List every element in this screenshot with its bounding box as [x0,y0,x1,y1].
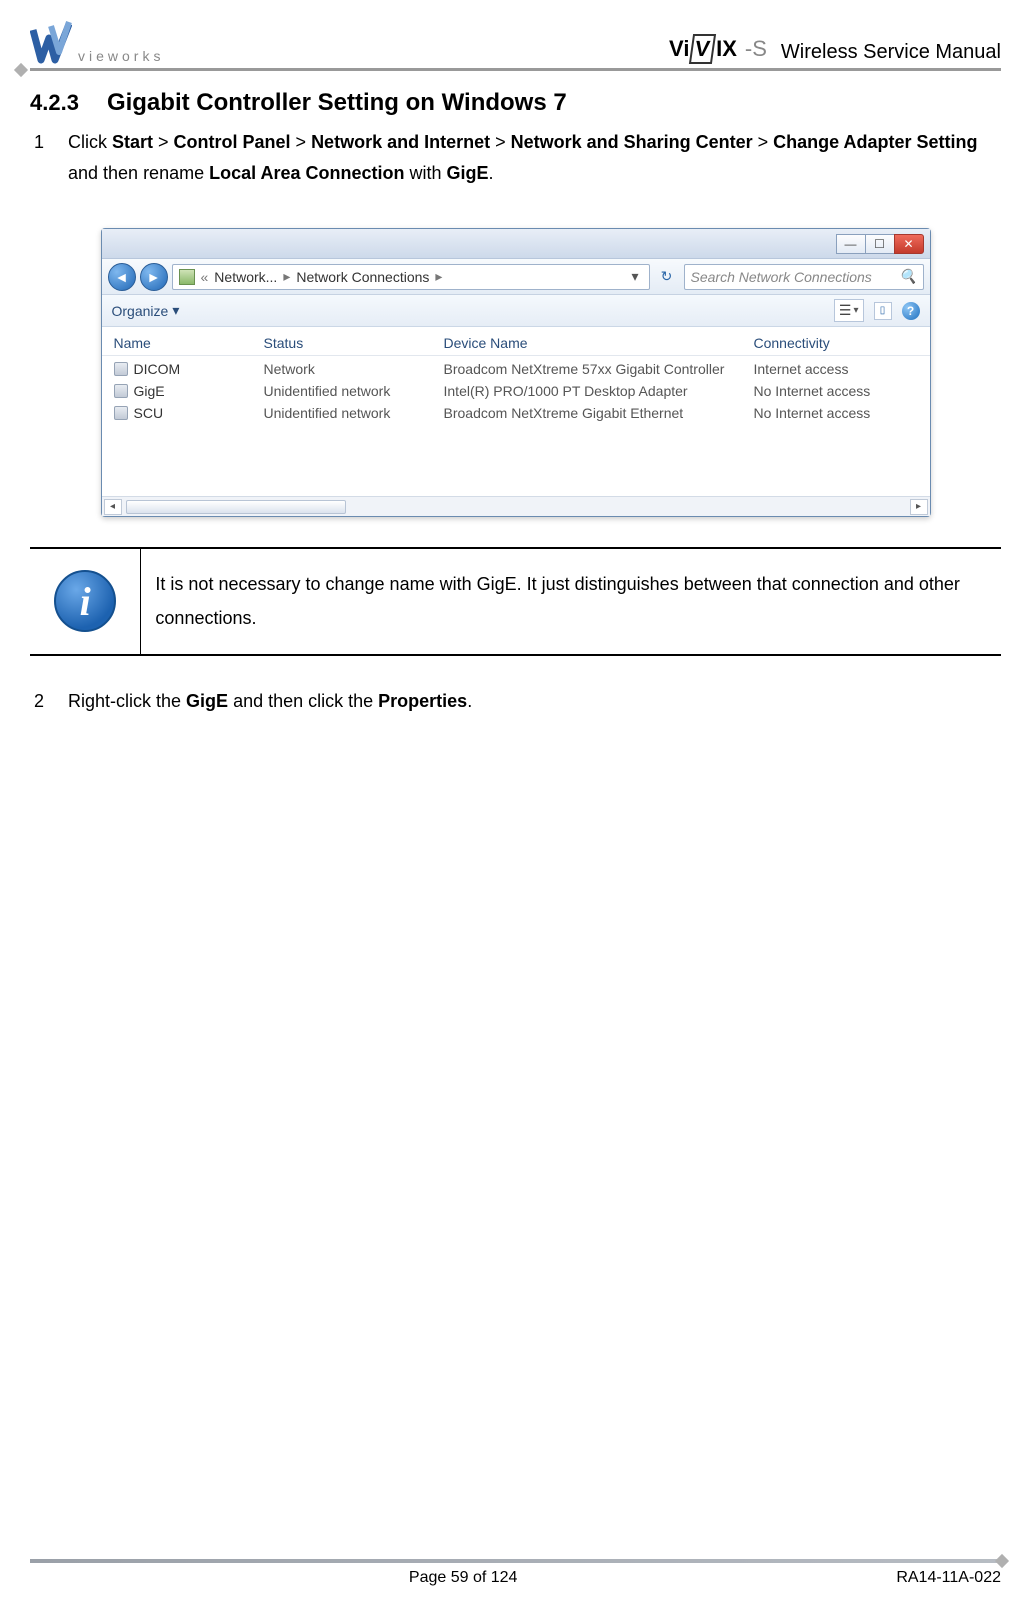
step-1-text: Click Start > Control Panel > Network an… [68,127,1001,188]
page-header: vieworks ViVIX -S Wireless Service Manua… [30,20,1001,71]
info-note-text: It is not necessary to change name with … [141,549,1001,653]
page-number: Page 59 of 124 [409,1569,518,1587]
scroll-left-button[interactable]: ◂ [104,499,122,515]
breadcrumb[interactable]: « Network... ▸ Network Connections ▸ ▾ [172,264,650,290]
page-footer: Page 59 of 124 RA14-11A-022 [30,1559,1001,1587]
doc-code: RA14-11A-022 [896,1569,1001,1587]
screenshot-network-connections: — ☐ ✕ ◄ ► « Network... ▸ Network Connect… [101,228,931,517]
section-number: 4.2.3 [30,90,79,116]
connection-list: DICOM Network Broadcom NetXtreme 57xx Gi… [102,356,930,496]
pane-icon: ▯ [880,305,886,316]
breadcrumb-dropdown-icon[interactable]: ▾ [627,268,642,285]
section-title: Gigabit Controller Setting on Windows 7 [107,89,567,117]
chevron-down-icon: ▾ [853,305,858,316]
view-mode-button[interactable]: ☰ ▾ [834,299,864,322]
brand-logo: vieworks [30,20,164,64]
refresh-button[interactable]: ↻ [654,264,680,290]
minimize-button[interactable]: — [836,234,866,254]
network-icon [179,269,195,285]
product-logo-box: V [689,34,716,64]
address-bar: ◄ ► « Network... ▸ Network Connections ▸… [102,259,930,295]
window-frame: — ☐ ✕ ◄ ► « Network... ▸ Network Connect… [101,228,931,517]
chevron-down-icon: ▾ [172,302,179,319]
brand-w-icon [30,20,72,64]
brand-text: vieworks [78,48,164,64]
nav-forward-button[interactable]: ► [140,263,168,291]
help-icon: ? [907,304,914,318]
horizontal-scrollbar[interactable]: ◂ ▸ [102,496,930,516]
col-status[interactable]: Status [264,335,444,351]
list-item[interactable]: GigE Unidentified network Intel(R) PRO/1… [114,380,918,402]
step-2-text: Right-click the GigE and then click the … [68,686,472,717]
product-logo-left: Vi [669,36,689,62]
breadcrumb-chevron: « [201,269,209,285]
info-icon: i [54,570,116,632]
list-item[interactable]: DICOM Network Broadcom NetXtreme 57xx Gi… [114,358,918,380]
search-input[interactable]: Search Network Connections 🔍 [684,264,924,290]
search-placeholder: Search Network Connections [691,269,872,285]
preview-pane-button[interactable]: ▯ [874,302,892,320]
adapter-icon [114,384,128,398]
product-logo-suffix: -S [745,36,767,62]
scroll-right-button[interactable]: ▸ [910,499,928,515]
adapter-icon [114,362,128,376]
scroll-thumb[interactable] [126,500,346,514]
nav-back-button[interactable]: ◄ [108,263,136,291]
step-2: 2 Right-click the GigE and then click th… [30,686,1001,717]
footer-rule [30,1559,1001,1563]
close-button[interactable]: ✕ [894,234,924,254]
col-name[interactable]: Name [114,335,264,351]
adapter-icon [114,406,128,420]
titlebar: — ☐ ✕ [102,229,930,259]
product-logo-mid: IX [716,36,737,62]
help-button[interactable]: ? [902,302,920,320]
search-icon: 🔍 [899,268,916,285]
col-device[interactable]: Device Name [444,335,754,351]
breadcrumb-seg2[interactable]: Network Connections [296,269,429,285]
column-headers: Name Status Device Name Connectivity [102,327,930,356]
info-icon-cell: i [30,549,141,653]
step-1: 1 Click Start > Control Panel > Network … [30,127,1001,188]
list-item[interactable]: SCU Unidentified network Broadcom NetXtr… [114,402,918,424]
breadcrumb-arrow-icon: ▸ [283,268,290,285]
section-heading: 4.2.3 Gigabit Controller Setting on Wind… [30,89,1001,117]
organize-menu[interactable]: Organize ▾ [112,302,180,319]
maximize-button[interactable]: ☐ [865,234,895,254]
step-2-number: 2 [34,686,50,717]
col-connectivity[interactable]: Connectivity [754,335,918,351]
doc-title: Wireless Service Manual [781,41,1001,64]
breadcrumb-seg1[interactable]: Network... [214,269,277,285]
info-note: i It is not necessary to change name wit… [30,547,1001,655]
product-logo: ViVIX -S [669,34,767,64]
view-list-icon: ☰ [839,302,852,319]
header-right: ViVIX -S Wireless Service Manual [669,34,1001,64]
step-1-number: 1 [34,127,50,188]
breadcrumb-arrow-icon: ▸ [435,268,442,285]
toolbar: Organize ▾ ☰ ▾ ▯ ? [102,295,930,327]
